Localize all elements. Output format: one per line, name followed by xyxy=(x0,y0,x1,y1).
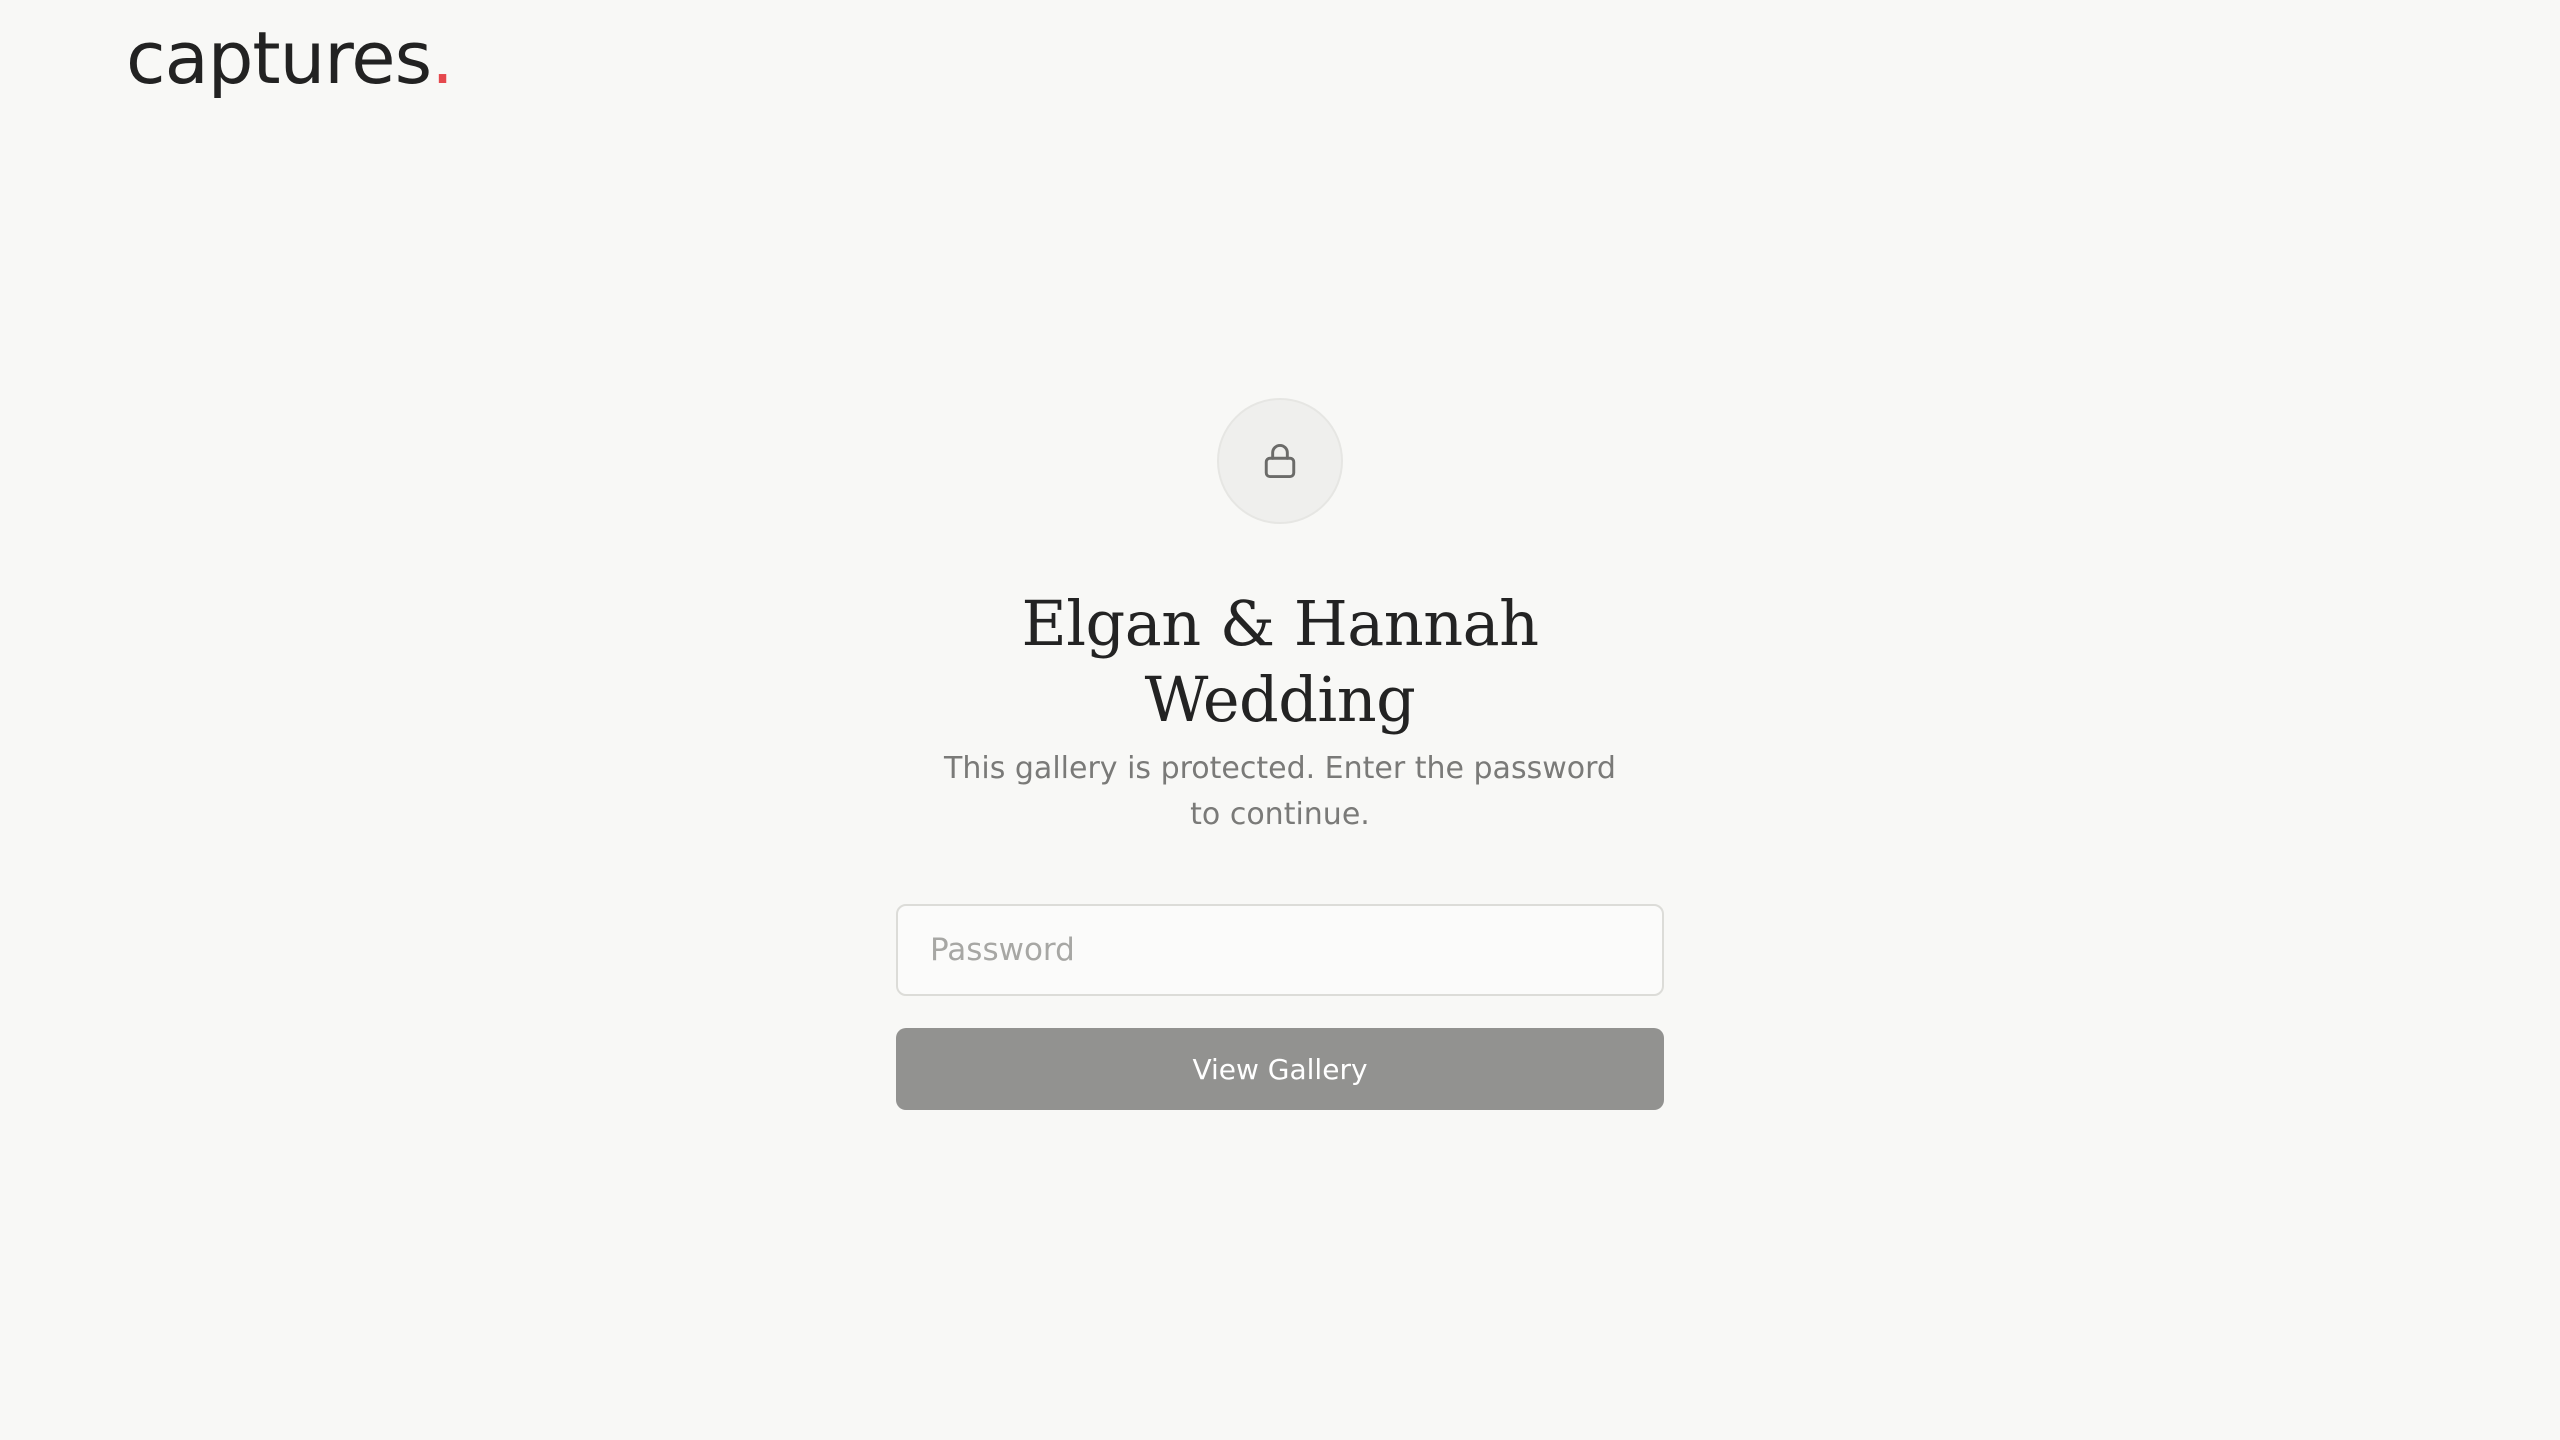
logo-dot: . xyxy=(431,16,454,100)
gallery-title: Elgan & Hannah Wedding xyxy=(1021,587,1539,736)
lock-badge xyxy=(1217,398,1343,524)
logo-wordmark: captures xyxy=(126,16,432,100)
gallery-protected-message: This gallery is protected. Enter the pas… xyxy=(944,751,1616,832)
password-input[interactable] xyxy=(896,904,1664,996)
captures-logo[interactable]: captures. xyxy=(126,14,454,102)
view-gallery-button[interactable]: View Gallery xyxy=(896,1028,1664,1110)
password-gate: Elgan & Hannah Wedding This gallery is p… xyxy=(896,398,1664,1110)
lock-icon xyxy=(1264,444,1296,479)
